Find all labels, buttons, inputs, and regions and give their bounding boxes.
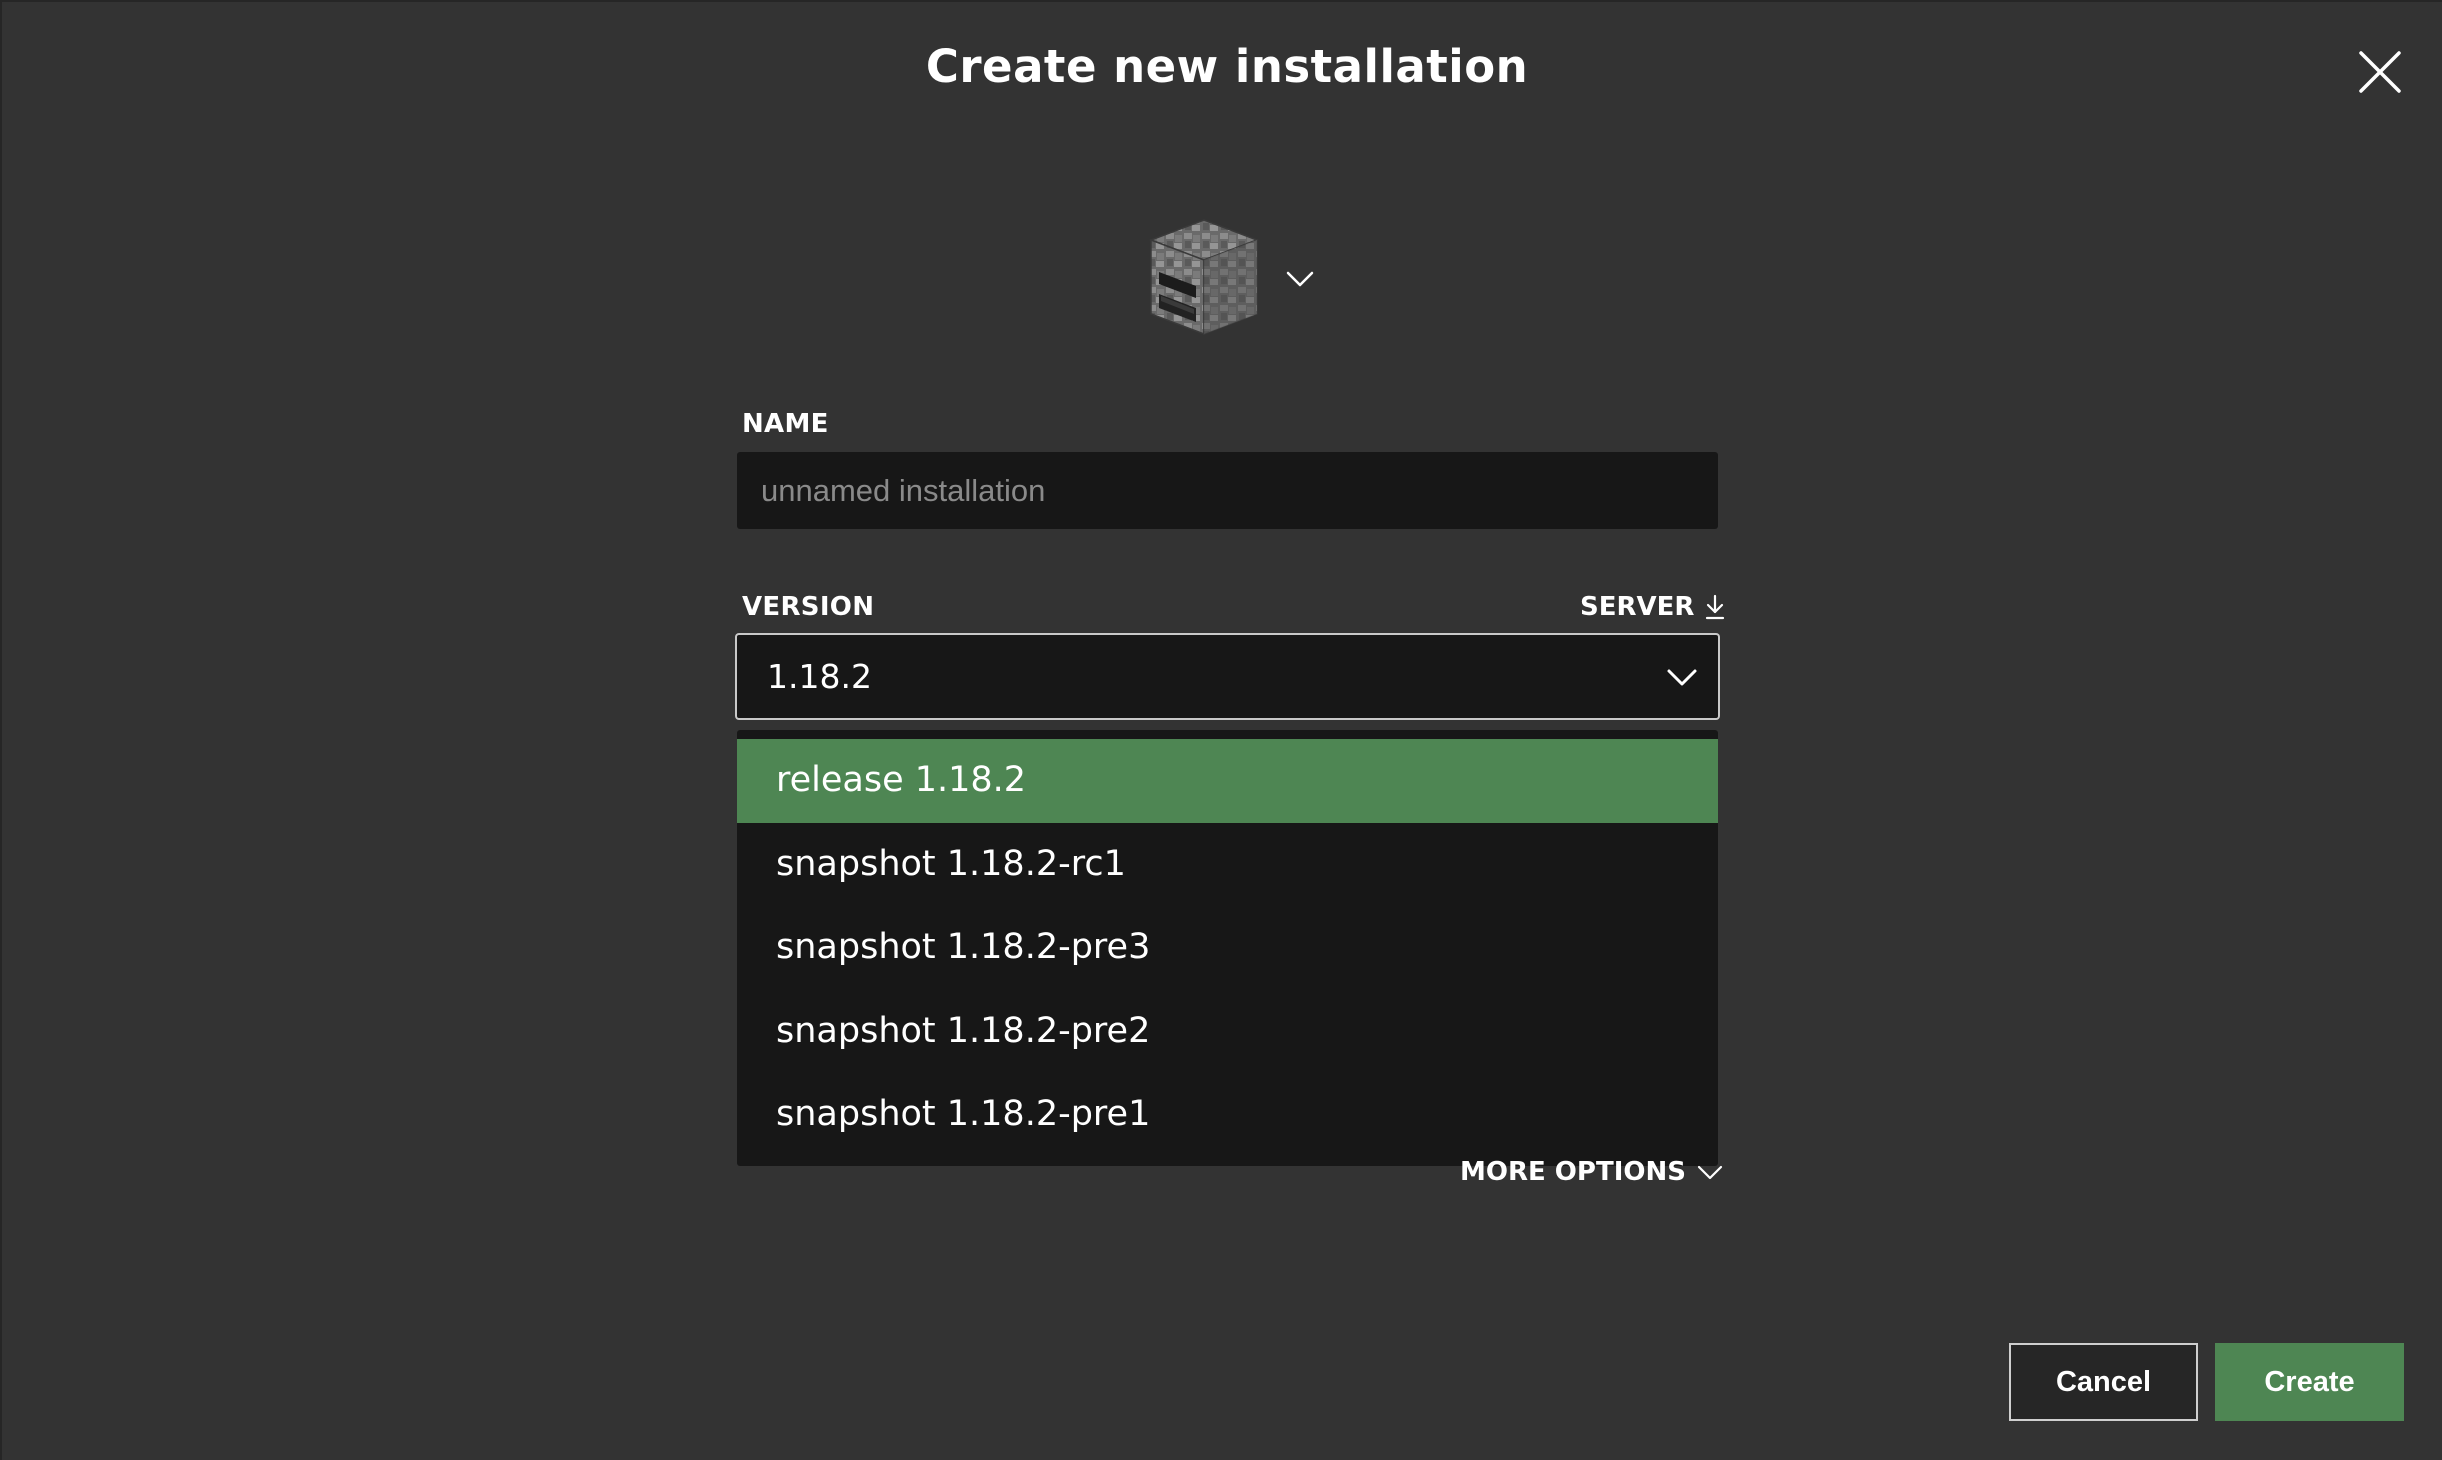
server-link-label: SERVER xyxy=(1580,592,1695,622)
more-options-toggle[interactable]: MORE OPTIONS xyxy=(1460,1157,1724,1187)
more-options-label: MORE OPTIONS xyxy=(1460,1157,1686,1187)
dialog-title: Create new installation xyxy=(925,40,1529,93)
version-option-release-1-18-2[interactable]: release 1.18.2 xyxy=(737,739,1718,823)
installation-icon-picker[interactable] xyxy=(1147,214,1317,344)
chevron-down-icon xyxy=(1697,1165,1723,1180)
chevron-down-icon xyxy=(1286,271,1314,287)
furnace-icon xyxy=(1148,219,1260,336)
create-installation-dialog: Create new installation NAME unnamed ins… xyxy=(0,0,2442,1460)
name-label: NAME xyxy=(742,409,829,439)
version-select[interactable]: 1.18.2 xyxy=(735,633,1720,720)
version-dropdown-list: release 1.18.2 snapshot 1.18.2-rc1 snaps… xyxy=(737,730,1718,1166)
version-option-snapshot-1-18-2-rc1[interactable]: snapshot 1.18.2-rc1 xyxy=(737,823,1718,907)
chevron-down-icon xyxy=(1667,669,1697,686)
name-input[interactable] xyxy=(737,452,1718,529)
close-button[interactable] xyxy=(2355,47,2405,97)
close-icon xyxy=(2359,51,2401,93)
version-option-snapshot-1-18-2-pre3[interactable]: snapshot 1.18.2-pre3 xyxy=(737,906,1718,990)
cancel-button[interactable]: Cancel xyxy=(2009,1343,2198,1421)
version-option-snapshot-1-18-2-pre2[interactable]: snapshot 1.18.2-pre2 xyxy=(737,990,1718,1074)
version-label: VERSION xyxy=(742,592,875,622)
server-download-link[interactable]: SERVER xyxy=(1580,592,1726,622)
version-option-snapshot-1-18-2-pre1[interactable]: snapshot 1.18.2-pre1 xyxy=(737,1073,1718,1157)
version-selected-value: 1.18.2 xyxy=(767,657,872,696)
download-icon xyxy=(1706,594,1725,620)
create-button[interactable]: Create xyxy=(2215,1343,2404,1421)
